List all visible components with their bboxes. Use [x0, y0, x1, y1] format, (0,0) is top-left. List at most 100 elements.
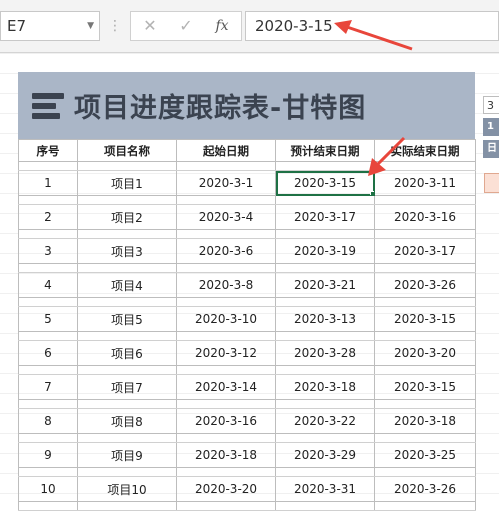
- serial-cell[interactable]: 4: [18, 272, 78, 298]
- empty-cell[interactable]: [374, 229, 476, 239]
- empty-cell[interactable]: [176, 263, 276, 273]
- empty-cell[interactable]: [176, 297, 276, 307]
- empty-cell[interactable]: [275, 297, 375, 307]
- empty-cell[interactable]: [77, 501, 177, 511]
- empty-cell[interactable]: [18, 399, 78, 409]
- empty-cell[interactable]: [374, 195, 476, 205]
- project-name-cell[interactable]: 项目7: [77, 374, 177, 400]
- actual-end-cell[interactable]: 2020-3-25: [374, 442, 476, 468]
- empty-cell[interactable]: [176, 161, 276, 171]
- empty-cell[interactable]: [176, 433, 276, 443]
- actual-end-cell[interactable]: 2020-3-26: [374, 476, 476, 502]
- start-date-cell[interactable]: 2020-3-16: [176, 408, 276, 434]
- serial-cell[interactable]: 1: [18, 170, 78, 196]
- actual-end-cell[interactable]: 2020-3-16: [374, 204, 476, 230]
- empty-cell[interactable]: [18, 195, 78, 205]
- project-name-cell[interactable]: 项目3: [77, 238, 177, 264]
- empty-cell[interactable]: [176, 331, 276, 341]
- empty-cell[interactable]: [275, 399, 375, 409]
- empty-cell[interactable]: [275, 229, 375, 239]
- empty-cell[interactable]: [77, 399, 177, 409]
- side-header-cell[interactable]: 3月: [483, 96, 499, 130]
- project-name-cell[interactable]: 项目10: [77, 476, 177, 502]
- empty-cell[interactable]: [77, 195, 177, 205]
- empty-cell[interactable]: [18, 161, 78, 171]
- start-date-cell[interactable]: 2020-3-8: [176, 272, 276, 298]
- empty-cell[interactable]: [18, 263, 78, 273]
- formula-input[interactable]: 2020-3-15: [245, 11, 499, 41]
- side-dark-cell-1[interactable]: 1: [483, 118, 499, 136]
- fill-handle[interactable]: [370, 191, 374, 195]
- project-name-cell[interactable]: 项目1: [77, 170, 177, 196]
- empty-cell[interactable]: [77, 467, 177, 477]
- project-name-cell[interactable]: 项目4: [77, 272, 177, 298]
- name-box[interactable]: E7 ▼: [0, 11, 100, 41]
- actual-end-cell[interactable]: 2020-3-20: [374, 340, 476, 366]
- serial-cell[interactable]: 2: [18, 204, 78, 230]
- empty-cell[interactable]: [18, 331, 78, 341]
- actual-end-cell[interactable]: 2020-3-17: [374, 238, 476, 264]
- empty-cell[interactable]: [374, 467, 476, 477]
- header-cell[interactable]: 项目名称: [77, 139, 177, 162]
- empty-cell[interactable]: [374, 501, 476, 511]
- empty-cell[interactable]: [176, 399, 276, 409]
- project-name-cell[interactable]: 项目6: [77, 340, 177, 366]
- empty-cell[interactable]: [77, 331, 177, 341]
- title-banner[interactable]: 项目进度跟踪表-甘特图: [18, 72, 475, 139]
- empty-cell[interactable]: [275, 467, 375, 477]
- serial-cell[interactable]: 3: [18, 238, 78, 264]
- empty-cell[interactable]: [18, 365, 78, 375]
- empty-cell[interactable]: [18, 297, 78, 307]
- empty-cell[interactable]: [374, 263, 476, 273]
- empty-cell[interactable]: [176, 467, 276, 477]
- start-date-cell[interactable]: 2020-3-20: [176, 476, 276, 502]
- empty-cell[interactable]: [275, 161, 375, 171]
- empty-cell[interactable]: [374, 399, 476, 409]
- chevron-down-icon[interactable]: ▼: [87, 12, 94, 40]
- serial-cell[interactable]: 6: [18, 340, 78, 366]
- empty-cell[interactable]: [275, 195, 375, 205]
- actual-end-cell[interactable]: 2020-3-15: [374, 306, 476, 332]
- side-dark-cell-2[interactable]: 日: [483, 140, 499, 158]
- planned-end-cell[interactable]: 2020-3-21: [275, 272, 375, 298]
- planned-end-cell[interactable]: 2020-3-13: [275, 306, 375, 332]
- empty-cell[interactable]: [275, 501, 375, 511]
- empty-cell[interactable]: [275, 331, 375, 341]
- empty-cell[interactable]: [275, 433, 375, 443]
- serial-cell[interactable]: 5: [18, 306, 78, 332]
- side-gantt-cell[interactable]: [484, 173, 499, 193]
- header-cell[interactable]: 起始日期: [176, 139, 276, 162]
- project-name-cell[interactable]: 项目2: [77, 204, 177, 230]
- empty-cell[interactable]: [374, 365, 476, 375]
- serial-cell[interactable]: 10: [18, 476, 78, 502]
- start-date-cell[interactable]: 2020-3-1: [176, 170, 276, 196]
- empty-cell[interactable]: [374, 161, 476, 171]
- project-name-cell[interactable]: 项目8: [77, 408, 177, 434]
- empty-cell[interactable]: [18, 501, 78, 511]
- empty-cell[interactable]: [77, 365, 177, 375]
- actual-end-cell[interactable]: 2020-3-11: [374, 170, 476, 196]
- enter-icon[interactable]: ✓: [171, 12, 201, 40]
- project-name-cell[interactable]: 项目9: [77, 442, 177, 468]
- project-name-cell[interactable]: 项目5: [77, 306, 177, 332]
- start-date-cell[interactable]: 2020-3-14: [176, 374, 276, 400]
- header-cell[interactable]: 实际结束日期: [374, 139, 476, 162]
- serial-cell[interactable]: 9: [18, 442, 78, 468]
- empty-cell[interactable]: [77, 433, 177, 443]
- header-cell[interactable]: 预计结束日期: [275, 139, 375, 162]
- empty-cell[interactable]: [275, 263, 375, 273]
- serial-cell[interactable]: 8: [18, 408, 78, 434]
- empty-cell[interactable]: [374, 433, 476, 443]
- actual-end-cell[interactable]: 2020-3-18: [374, 408, 476, 434]
- empty-cell[interactable]: [18, 433, 78, 443]
- empty-cell[interactable]: [275, 365, 375, 375]
- header-cell[interactable]: 序号: [18, 139, 78, 162]
- planned-end-cell[interactable]: 2020-3-29: [275, 442, 375, 468]
- empty-cell[interactable]: [176, 229, 276, 239]
- empty-cell[interactable]: [77, 229, 177, 239]
- planned-end-cell[interactable]: 2020-3-18: [275, 374, 375, 400]
- planned-end-cell[interactable]: 2020-3-28: [275, 340, 375, 366]
- empty-cell[interactable]: [18, 229, 78, 239]
- start-date-cell[interactable]: 2020-3-6: [176, 238, 276, 264]
- empty-cell[interactable]: [18, 467, 78, 477]
